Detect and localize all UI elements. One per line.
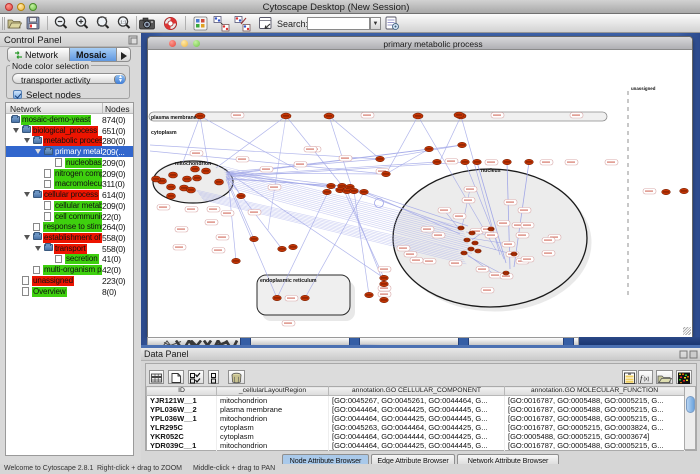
svg-text:plasma membrane: plasma membrane [151,115,197,121]
svg-text:endoplasmic reticulum: endoplasmic reticulum [260,278,317,284]
svg-text:cytoplasm: cytoplasm [151,130,177,136]
svg-text:(x): (x) [644,377,650,383]
svg-text:nucleus: nucleus [481,168,501,174]
svg-text:unassigned: unassigned [631,86,656,91]
svg-text:mitochondrion: mitochondrion [175,161,211,167]
svg-text:1:1: 1:1 [120,20,127,25]
